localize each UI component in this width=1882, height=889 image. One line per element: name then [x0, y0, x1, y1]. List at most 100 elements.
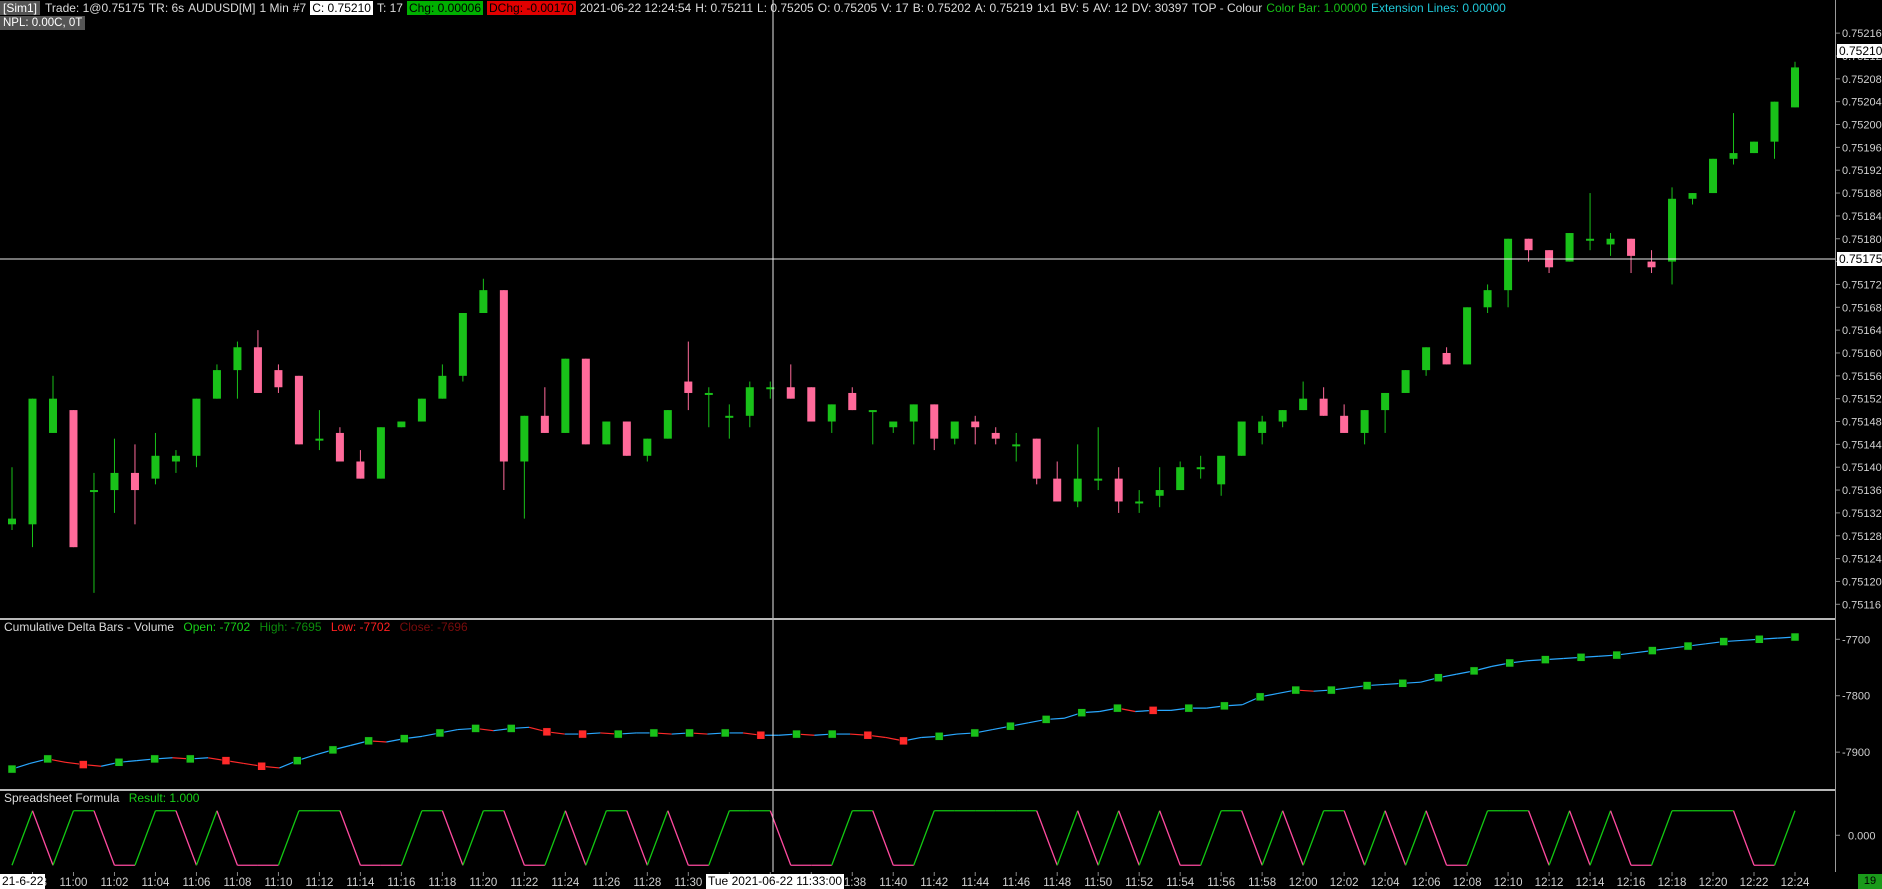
- candle-body: [1217, 455, 1226, 485]
- candle-body: [376, 427, 385, 479]
- delta-bar: [613, 729, 623, 739]
- candle-body: [233, 347, 242, 371]
- formula-segment: [11, 810, 34, 866]
- candle-body: [69, 410, 78, 548]
- price-candles[interactable]: [8, 61, 1799, 593]
- candle-body: [1258, 421, 1267, 433]
- candle-body: [1463, 307, 1472, 365]
- formula-segment: [175, 810, 198, 866]
- price-tick-label: 0.75160: [1842, 348, 1882, 360]
- delta-study-title[interactable]: Cumulative Delta Bars - Volume: [4, 620, 174, 634]
- candle-body: [212, 370, 221, 399]
- extension-lines-label: Extension Lines: 0.00000: [1371, 0, 1506, 15]
- delta-bar: [221, 756, 231, 765]
- formula-segment: [1364, 810, 1386, 866]
- delta-close: Close: -7696: [399, 620, 468, 634]
- formula-segment: [1118, 810, 1140, 866]
- delta-bar: [1505, 658, 1514, 668]
- candle-body: [1442, 352, 1451, 365]
- candle-body: [110, 472, 119, 491]
- delta-low: Low: -7702: [330, 620, 391, 634]
- price-tick-label: 0.75172: [1842, 279, 1882, 291]
- chart-header: [Sim1] Trade: 1@0.75175 TR: 6s AUDUSD[M]…: [0, 0, 1510, 15]
- delta-bar: [79, 760, 88, 769]
- formula-segment: [1036, 810, 1058, 866]
- delta-bar: [1291, 685, 1301, 695]
- timeframe-label[interactable]: 1 Min: [260, 1, 289, 15]
- formula-segment: [564, 810, 587, 866]
- formula-segment: [400, 810, 423, 866]
- candle-body: [1422, 347, 1431, 371]
- delta-bar: [1041, 715, 1051, 724]
- candle-body: [1504, 238, 1513, 291]
- candle-body: [1278, 410, 1287, 422]
- time-tick-label: 11:58: [1248, 877, 1276, 889]
- formula-segment: [1548, 810, 1571, 866]
- price-tick-label: 0.75124: [1842, 554, 1882, 566]
- daily-change-label: DChg: -0.00170: [487, 0, 576, 15]
- candle-body: [1729, 153, 1738, 159]
- formula-segment: [1282, 810, 1304, 866]
- symbol-label[interactable]: AUDUSD[M]: [188, 1, 255, 15]
- price-tick-label: 0.75148: [1842, 417, 1882, 429]
- delta-bar: [257, 762, 266, 771]
- formula-segment: [441, 810, 464, 866]
- candle-body: [1791, 67, 1799, 108]
- candle-body: [1606, 238, 1615, 245]
- price-tick-label: 0.75208: [1842, 74, 1882, 86]
- daily-volume-label: DV: 30397: [1131, 0, 1189, 15]
- candle-body: [1237, 421, 1246, 456]
- account-label[interactable]: [Sim1]: [0, 0, 41, 15]
- delta-tick-label: -7700: [1842, 634, 1870, 646]
- time-tick-label: 11:56: [1207, 877, 1235, 889]
- chart-canvas[interactable]: 0.752160.752120.752080.752040.752000.751…: [0, 0, 1882, 889]
- formula-study-title[interactable]: Spreadsheet Formula: [4, 791, 119, 805]
- delta-bar: [400, 734, 409, 743]
- delta-bars[interactable]: [7, 632, 1800, 774]
- delta-bar: [1006, 721, 1015, 731]
- time-tick-label: 12:04: [1371, 877, 1400, 889]
- candle-body: [1196, 467, 1205, 470]
- change-label: Chg: 0.00006: [406, 0, 484, 15]
- time-tick-label: 11:16: [387, 877, 415, 889]
- delta-bar: [1077, 708, 1087, 717]
- time-tick-label: 11:08: [223, 877, 251, 889]
- candle-body: [356, 461, 365, 479]
- formula-segment: [93, 810, 116, 866]
- candle-body: [868, 410, 877, 413]
- price-tick-label: 0.75216: [1842, 28, 1882, 40]
- formula-segment: [1527, 810, 1550, 866]
- formula-segment: [1405, 810, 1427, 866]
- formula-segment: [1261, 810, 1284, 866]
- time-tick-label: 11:04: [141, 877, 170, 889]
- formula-segment: [667, 810, 689, 866]
- formula-line[interactable]: [11, 810, 1796, 866]
- delta-bar: [1790, 632, 1800, 642]
- time-tick-label: 11:26: [592, 877, 620, 889]
- delta-bar: [827, 729, 837, 739]
- delta-bar: [542, 727, 552, 737]
- delta-study-header: Cumulative Delta Bars - Volume Open: -77…: [4, 620, 474, 634]
- delta-bar: [578, 729, 587, 739]
- formula-segment: [1568, 810, 1591, 866]
- formula-segment: [831, 810, 853, 866]
- formula-segment: [1241, 810, 1263, 866]
- time-tick-label: 11:50: [1084, 877, 1112, 889]
- candle-body: [1032, 438, 1041, 479]
- time-tick-label: 11:46: [1002, 877, 1030, 889]
- time-tick-label: 12:10: [1494, 877, 1523, 889]
- pane-separator[interactable]: [0, 789, 1835, 791]
- price-tick-label: 0.75136: [1842, 485, 1882, 497]
- time-tick-label: 11:20: [469, 877, 497, 889]
- time-tick-label: 12:12: [1535, 877, 1564, 889]
- candle-body: [192, 398, 201, 456]
- candle-body: [1319, 398, 1328, 416]
- delta-open: Open: -7702: [183, 620, 251, 634]
- formula-segment: [462, 810, 484, 866]
- formula-segment: [503, 810, 525, 866]
- price-tick-label: 0.75128: [1842, 531, 1882, 543]
- candle-body: [499, 290, 508, 462]
- candle-body: [827, 404, 836, 422]
- crosshair-time-label: Tue 2021-06-22 11:33:00: [706, 874, 845, 889]
- price-tick-label: 0.75168: [1842, 302, 1882, 314]
